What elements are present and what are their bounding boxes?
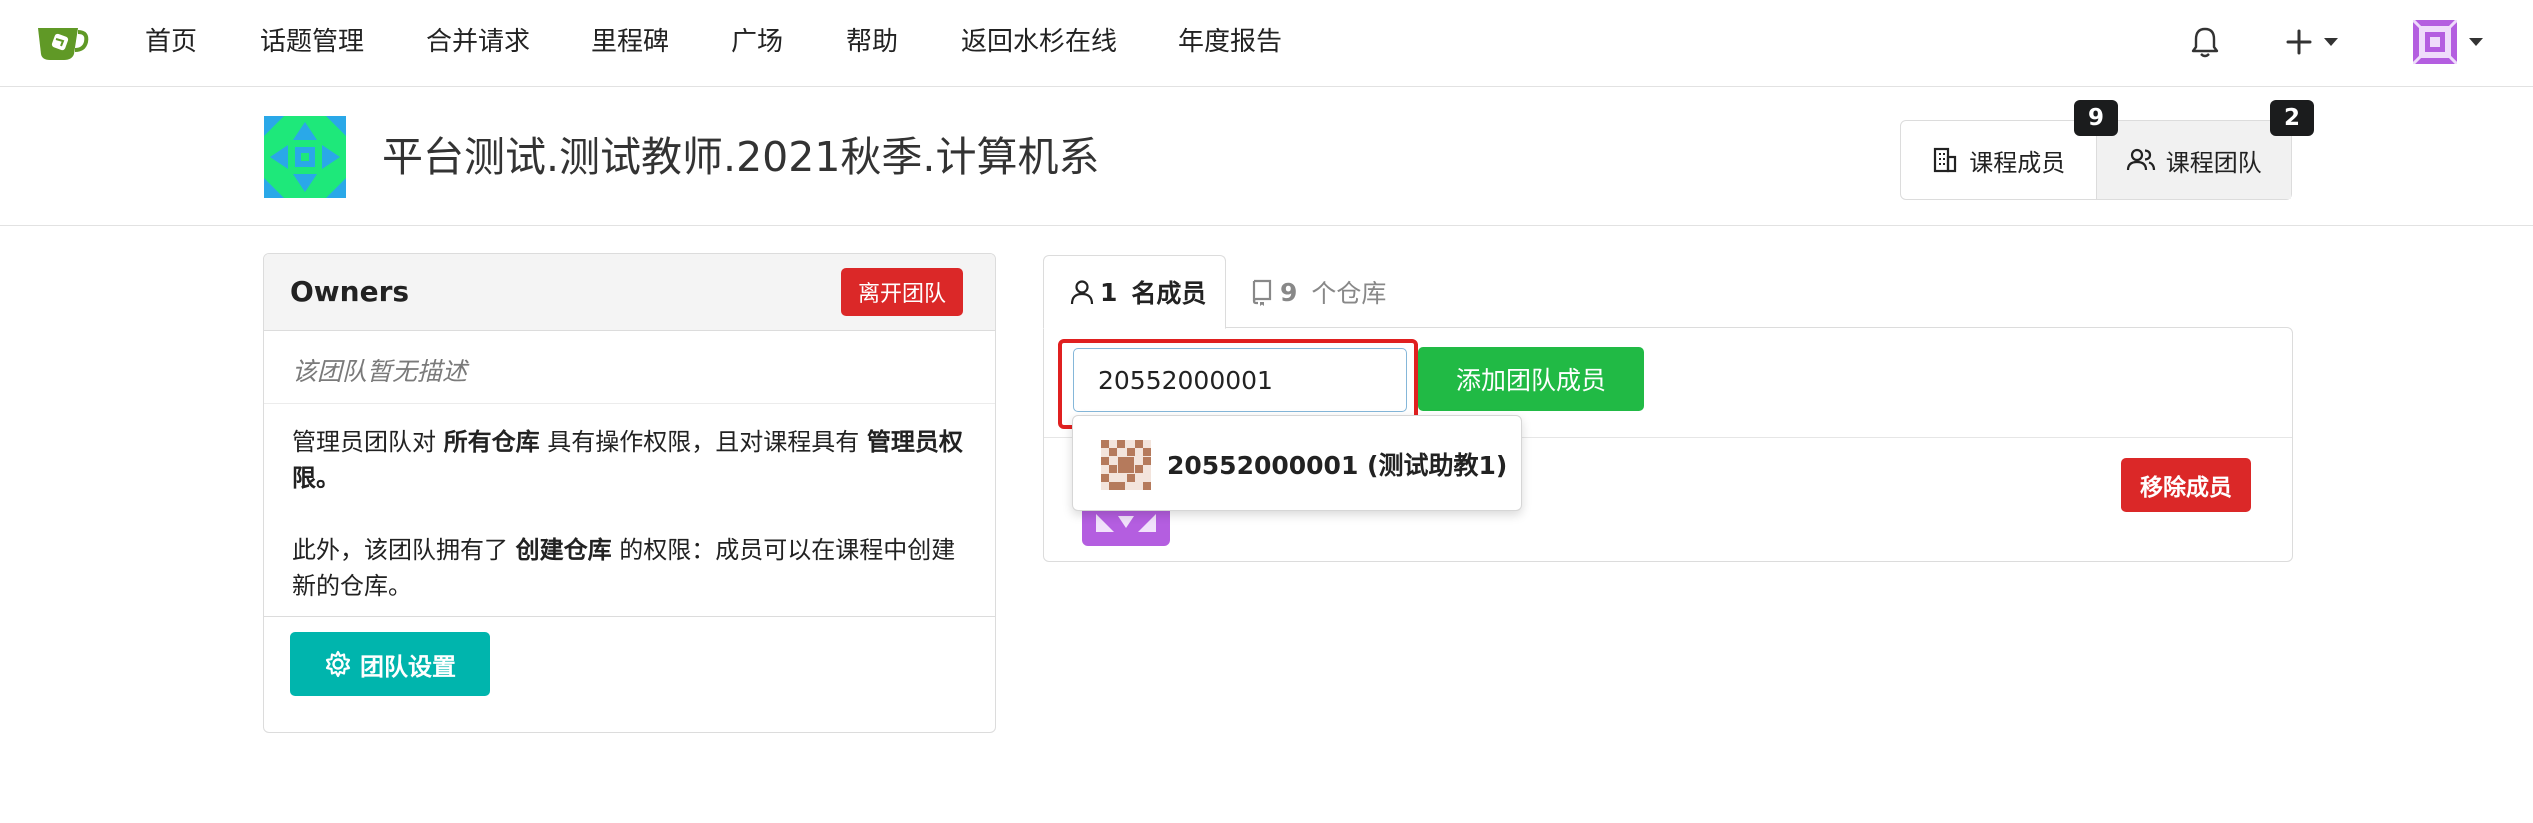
permission-paragraph-admin: 管理员团队对 所有仓库 具有操作权限，且对课程具有 管理员权限。 xyxy=(292,428,963,492)
suggestion-label: 20552000001 (测试助教1) xyxy=(1167,451,1508,480)
nav-milestones[interactable]: 里程碑 xyxy=(591,24,669,60)
tea-cup-logo-icon[interactable] xyxy=(34,20,90,62)
course-members-label: 课程成员 xyxy=(1969,148,2066,177)
course-members-button[interactable]: 课程成员 xyxy=(1901,121,2096,199)
members-tab-count: 1 xyxy=(1100,277,1118,307)
course-title: 平台测试.测试教师.2021秋季.计算机系 xyxy=(382,133,1100,181)
tab-repositories[interactable]: 9 个仓库 xyxy=(1250,255,1386,329)
user-suggestion-dropdown[interactable]: 20552000001 (测试助教1) xyxy=(1072,415,1522,511)
members-count-badge: 9 xyxy=(2074,100,2118,136)
gear-icon xyxy=(325,650,351,678)
remove-member-button[interactable]: 移除成员 xyxy=(2121,458,2251,512)
user-avatar-icon xyxy=(2413,20,2457,64)
repos-tab-count: 9 xyxy=(1280,277,1298,307)
person-icon xyxy=(1070,280,1094,305)
team-count-badge: 2 xyxy=(2270,100,2314,136)
team-settings-button[interactable]: 团队设置 xyxy=(290,632,490,696)
chevron-down-icon xyxy=(2324,38,2338,46)
tab-members[interactable]: 1 名成员 xyxy=(1043,255,1226,329)
nav-back-to-site[interactable]: 返回水杉在线 xyxy=(961,24,1117,60)
team-description-row: 该团队暂无描述 xyxy=(264,332,995,404)
nav-home[interactable]: 首页 xyxy=(145,24,197,60)
nav-pull-requests[interactable]: 合并请求 xyxy=(426,24,530,60)
team-card-header: Owners 离开团队 xyxy=(264,254,995,331)
repo-book-icon xyxy=(1252,279,1272,306)
member-search-input[interactable] xyxy=(1073,348,1407,412)
chevron-down-icon xyxy=(2469,38,2483,46)
permission-paragraph-create: 此外，该团队拥有了 创建仓库 的权限：成员可以在课程中创建新的仓库。 xyxy=(292,536,956,600)
create-dropdown[interactable] xyxy=(2286,18,2338,66)
nav-annual-report[interactable]: 年度报告 xyxy=(1178,24,1282,60)
nav-explore[interactable]: 广场 xyxy=(731,24,783,60)
team-description: 该团队暂无描述 xyxy=(292,357,468,386)
team-permissions: 管理员团队对 所有仓库 具有操作权限，且对课程具有 管理员权限。 此外，该团队拥… xyxy=(292,424,972,604)
members-tab-label: 名成员 xyxy=(1131,279,1207,308)
team-info-card: Owners 离开团队 该团队暂无描述 管理员团队对 所有仓库 具有操作权限，且… xyxy=(263,253,996,733)
team-name: Owners xyxy=(290,275,410,308)
add-team-member-button[interactable]: 添加团队成员 xyxy=(1418,347,1644,411)
repos-tab-label: 个仓库 xyxy=(1311,279,1387,308)
nav-issues[interactable]: 话题管理 xyxy=(260,24,364,60)
course-team-button[interactable]: 课程团队 xyxy=(2095,121,2291,199)
people-icon xyxy=(2126,148,2155,171)
course-avatar xyxy=(264,116,346,198)
top-navbar: 首页 话题管理 合并请求 里程碑 广场 帮助 返回水杉在线 年度报告 xyxy=(0,0,2533,87)
bell-icon xyxy=(2191,27,2219,58)
building-icon xyxy=(1934,147,1957,173)
plus-icon xyxy=(2286,29,2312,55)
user-menu-dropdown[interactable] xyxy=(2413,18,2483,66)
course-team-label: 课程团队 xyxy=(2165,148,2262,177)
notification-button[interactable] xyxy=(2190,18,2220,66)
team-settings-label: 团队设置 xyxy=(360,652,456,681)
suggestion-avatar xyxy=(1101,440,1151,490)
leave-team-button[interactable]: 离开团队 xyxy=(841,268,963,316)
nav-help[interactable]: 帮助 xyxy=(846,24,898,60)
